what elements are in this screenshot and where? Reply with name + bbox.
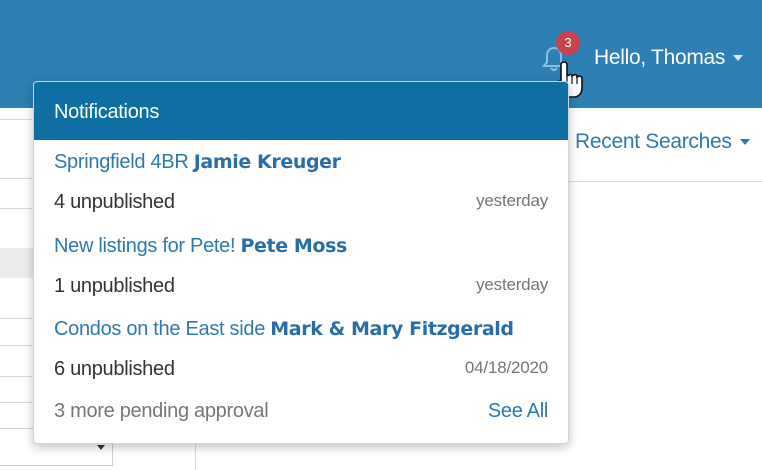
divider xyxy=(0,402,32,403)
notification-title: Springfield 4BR Jamie Kreuger xyxy=(54,151,341,174)
notifications-title: Notifications xyxy=(34,82,568,140)
saved-search-name: Condos on the East side xyxy=(54,318,266,340)
unpublished-count: 1 unpublished xyxy=(54,275,175,297)
divider xyxy=(0,208,32,209)
notifications-footer: 3 more pending approval See All xyxy=(54,400,548,430)
divider xyxy=(0,376,32,377)
saved-search-name: Springfield 4BR xyxy=(54,151,189,173)
pending-approval-text: 3 more pending approval xyxy=(54,400,269,422)
notification-count-badge: 3 xyxy=(556,31,580,55)
divider xyxy=(0,119,32,120)
notification-item[interactable]: New listings for Pete! Pete Moss 1 unpub… xyxy=(54,235,548,319)
notification-item[interactable]: Springfield 4BR Jamie Kreuger 4 unpublis… xyxy=(54,151,548,235)
notification-item[interactable]: Condos on the East side Mark & Mary Fitz… xyxy=(54,318,548,402)
divider xyxy=(0,178,32,179)
greeting-text: Hello, Thomas xyxy=(594,46,726,69)
notification-title: New listings for Pete! Pete Moss xyxy=(54,235,347,258)
recent-searches-dropdown[interactable]: Recent Searches xyxy=(575,130,750,154)
chevron-down-icon xyxy=(739,139,750,146)
divider xyxy=(0,345,32,346)
saved-search-name: New listings for Pete! xyxy=(54,235,236,257)
notification-title: Condos on the East side Mark & Mary Fitz… xyxy=(54,318,514,341)
unpublished-count: 6 unpublished xyxy=(54,358,175,380)
notification-time: yesterday xyxy=(476,275,548,294)
client-name: Mark & Mary Fitzgerald xyxy=(270,318,514,340)
notification-time: yesterday xyxy=(476,191,548,210)
client-name: Pete Moss xyxy=(240,235,348,257)
notifications-dropdown: Notifications Springfield 4BR Jamie Kreu… xyxy=(33,81,569,444)
user-menu-dropdown[interactable]: Hello, Thomas xyxy=(594,46,744,70)
divider xyxy=(0,318,32,319)
chevron-down-icon xyxy=(733,55,744,62)
notification-time: 04/18/2020 xyxy=(464,358,548,377)
unpublished-count: 4 unpublished xyxy=(54,191,175,213)
see-all-link[interactable]: See All xyxy=(488,400,548,423)
chevron-down-icon xyxy=(97,445,105,450)
client-name: Jamie Kreuger xyxy=(193,151,341,173)
recent-searches-label: Recent Searches xyxy=(575,130,732,153)
divider xyxy=(565,181,762,182)
